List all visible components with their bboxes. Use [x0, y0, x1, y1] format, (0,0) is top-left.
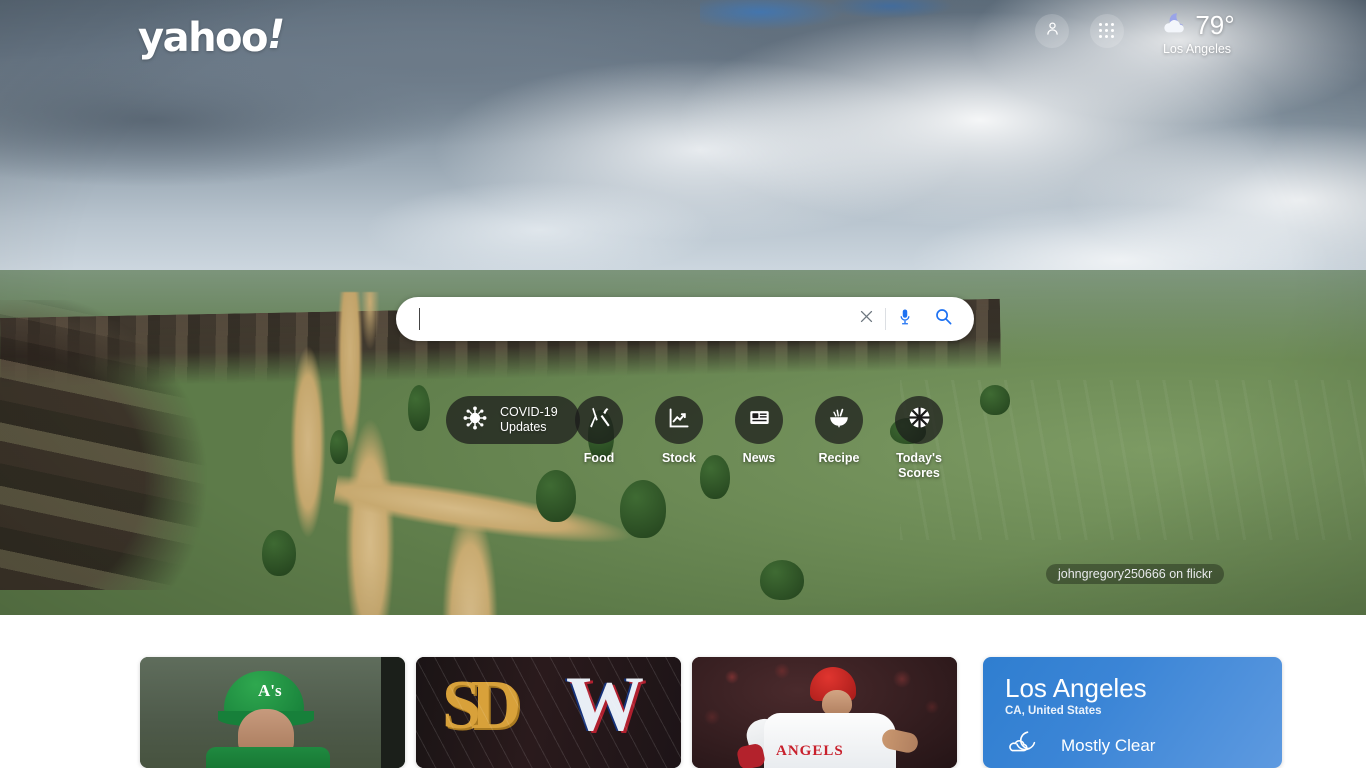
mlb-athletics-card[interactable]: A's [140, 657, 405, 768]
basketball-icon [907, 405, 932, 435]
shortcut-news-label: News [742, 451, 776, 465]
card-2-texture [416, 657, 681, 768]
shortcut-stock-label: Stock [661, 451, 697, 465]
shortcut-row: Food Stock News Recipe Today's Scores [0, 396, 1366, 481]
weather-card-condition: Mostly Clear [1061, 735, 1156, 755]
weather-card-region: CA, United States [1005, 705, 1102, 717]
shortcut-food-bubble [575, 396, 623, 444]
shortcut-food[interactable]: Food [562, 396, 636, 466]
person-icon [1044, 20, 1061, 42]
search-bar[interactable] [396, 297, 974, 341]
mlb-padres-nationals-card[interactable]: SD W [416, 657, 681, 768]
shortcut-news-bubble [735, 396, 783, 444]
search-submit-button[interactable] [924, 299, 962, 339]
weather-card-condition-row: Mostly Clear [1005, 729, 1262, 762]
shortcut-recipe[interactable]: Recipe [802, 396, 876, 466]
shortcut-todays-scores[interactable]: Today's Scores [882, 396, 956, 481]
logo-exclamation: ! [267, 12, 285, 58]
mortar-pestle-icon [827, 406, 851, 435]
top-bar: yahoo! 79° Los Angeles [0, 0, 1366, 78]
account-button[interactable] [1035, 14, 1069, 48]
angels-wordmark: ANGELS [776, 743, 844, 759]
microphone-icon [896, 307, 914, 332]
shortcut-stock-bubble [655, 396, 703, 444]
mlb-angels-card[interactable]: ANGELS [692, 657, 957, 768]
weather-card[interactable]: Los Angeles CA, United States Mostly Cle… [983, 657, 1282, 768]
photo-credit[interactable]: johngregory250666 on flickr [1046, 564, 1225, 584]
header-temperature: 79° [1195, 10, 1235, 40]
weather-card-city: Los Angeles [1005, 673, 1147, 703]
shortcut-food-label: Food [583, 451, 615, 465]
clear-search-button[interactable] [847, 299, 885, 339]
logo-wordmark: yahoo [138, 15, 269, 61]
card-1-edge [381, 657, 405, 768]
card-row: A's SD W ANGELS Los Angeles CA, United S… [0, 657, 1366, 768]
text-caret [419, 308, 420, 330]
search-icon [934, 307, 953, 331]
close-icon [858, 308, 875, 330]
yahoo-logo[interactable]: yahoo! [138, 12, 285, 61]
search-input[interactable] [396, 299, 847, 339]
moon-cloud-icon [1159, 10, 1189, 41]
apps-button[interactable] [1090, 14, 1124, 48]
shortcut-recipe-label: Recipe [818, 451, 860, 465]
shortcut-scores-label: Today's Scores [896, 451, 942, 480]
line-chart-icon [667, 406, 691, 435]
shortcut-stock[interactable]: Stock [642, 396, 716, 466]
athletics-logo: A's [258, 681, 282, 700]
undershirt-sleeve [735, 742, 767, 768]
header-weather-city: Los Angeles [1162, 42, 1232, 56]
voice-search-button[interactable] [886, 299, 924, 339]
player-jersey [206, 747, 330, 768]
shortcut-scores-bubble [895, 396, 943, 444]
header-weather[interactable]: 79° Los Angeles [1152, 10, 1242, 56]
moon-cloud-outline-icon [1005, 729, 1045, 762]
apps-grid-icon [1099, 23, 1115, 39]
shortcut-recipe-bubble [815, 396, 863, 444]
newspaper-icon [748, 406, 771, 434]
shortcut-news[interactable]: News [722, 396, 796, 466]
fork-knife-icon [588, 406, 611, 434]
